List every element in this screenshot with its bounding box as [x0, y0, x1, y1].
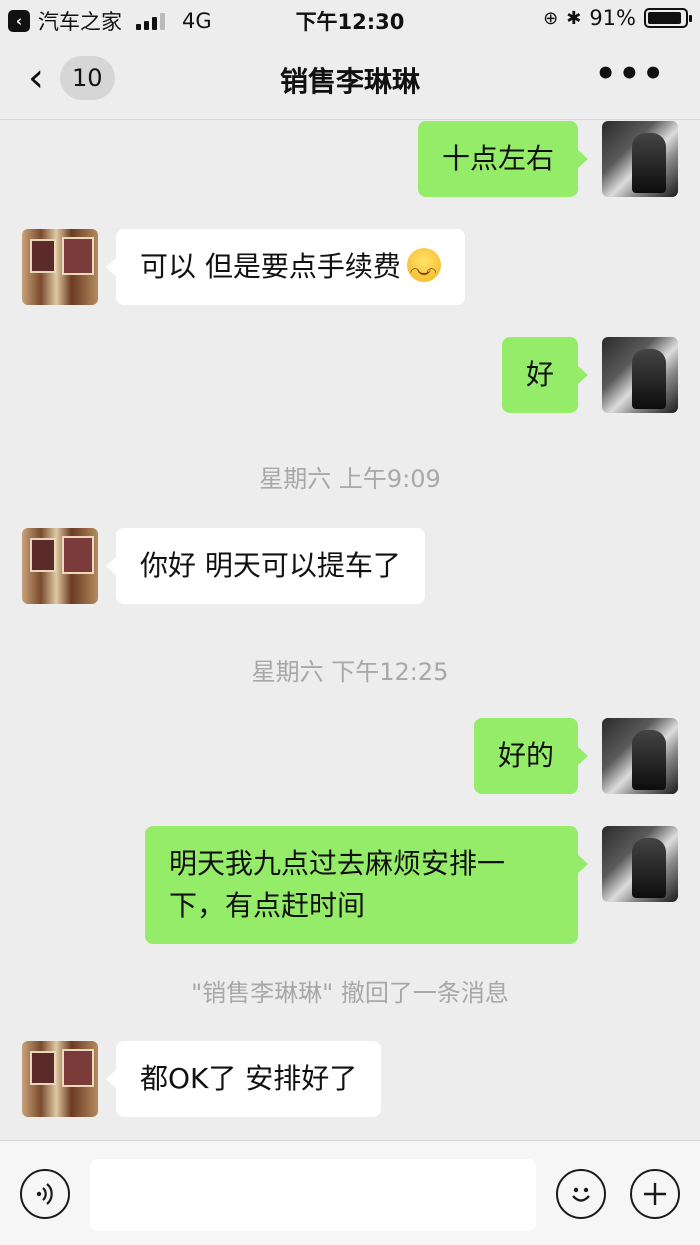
timestamp-label: 星期六 上午9:09	[259, 465, 441, 493]
message-row: 好	[0, 337, 700, 417]
message-bubble-outgoing[interactable]: 好的	[473, 718, 589, 794]
more-icon[interactable]: •••	[595, 54, 666, 94]
contact-avatar[interactable]	[22, 229, 98, 305]
message-text: 可以 但是要点手续费	[140, 250, 401, 283]
my-avatar[interactable]	[602, 826, 678, 902]
status-right: ⊕ ✱ 91%	[543, 6, 692, 30]
message-bubble-outgoing[interactable]: 明天我九点过去麻烦安排一下，有点赶时间	[145, 826, 588, 944]
battery-icon	[644, 8, 692, 28]
nav-bar: ‹ 10 销售李琳琳 •••	[0, 40, 700, 120]
contact-avatar[interactable]	[22, 528, 98, 604]
my-avatar[interactable]	[602, 337, 678, 413]
message-row: 可以 但是要点手续费	[0, 229, 700, 309]
my-avatar[interactable]	[602, 718, 678, 794]
status-bar: ‹ 汽车之家 4G 下午12:30 ⊕ ✱ 91%	[0, 0, 700, 40]
contact-avatar[interactable]	[22, 1041, 98, 1117]
smile-face-icon	[572, 1187, 590, 1202]
bluetooth-icon: ✱	[566, 7, 582, 29]
message-row: 十点左右	[0, 121, 700, 201]
battery-percent: 91%	[589, 6, 636, 30]
emoji-icon[interactable]	[556, 1169, 606, 1219]
plus-glyph-icon	[644, 1183, 666, 1205]
smile-emoji-icon	[406, 248, 441, 293]
voice-wave-icon	[36, 1183, 53, 1205]
message-bubble-incoming[interactable]: 可以 但是要点手续费	[106, 229, 465, 305]
orientation-lock-icon: ⊕	[543, 7, 559, 29]
voice-icon[interactable]	[20, 1169, 70, 1219]
message-row: 你好 明天可以提车了	[0, 528, 700, 608]
timestamp-label: 星期六 下午12:25	[251, 658, 449, 686]
message-bubble-incoming[interactable]: 都OK了 安排好了	[105, 1041, 382, 1117]
message-row: 都OK了 安排好了	[0, 1041, 700, 1121]
message-bubble-incoming[interactable]: 你好 明天可以提车了	[106, 528, 425, 604]
battery-fill	[648, 12, 681, 24]
message-input[interactable]	[90, 1159, 536, 1231]
plus-icon[interactable]	[630, 1169, 680, 1219]
chat-area[interactable]: 十点左右 可以 但是要点手续费 好 星期六 上午9:09 你好 明天可以提车了 …	[0, 121, 700, 1139]
message-bubble-outgoing[interactable]: 十点左右	[417, 121, 589, 197]
message-row: 明天我九点过去麻烦安排一下，有点赶时间	[0, 826, 700, 946]
recall-notice: "销售李琳琳" 撤回了一条消息	[191, 979, 509, 1007]
my-avatar[interactable]	[602, 121, 678, 197]
input-bar	[0, 1140, 700, 1245]
message-bubble-outgoing[interactable]: 好	[501, 337, 589, 413]
message-row: 好的	[0, 718, 700, 798]
